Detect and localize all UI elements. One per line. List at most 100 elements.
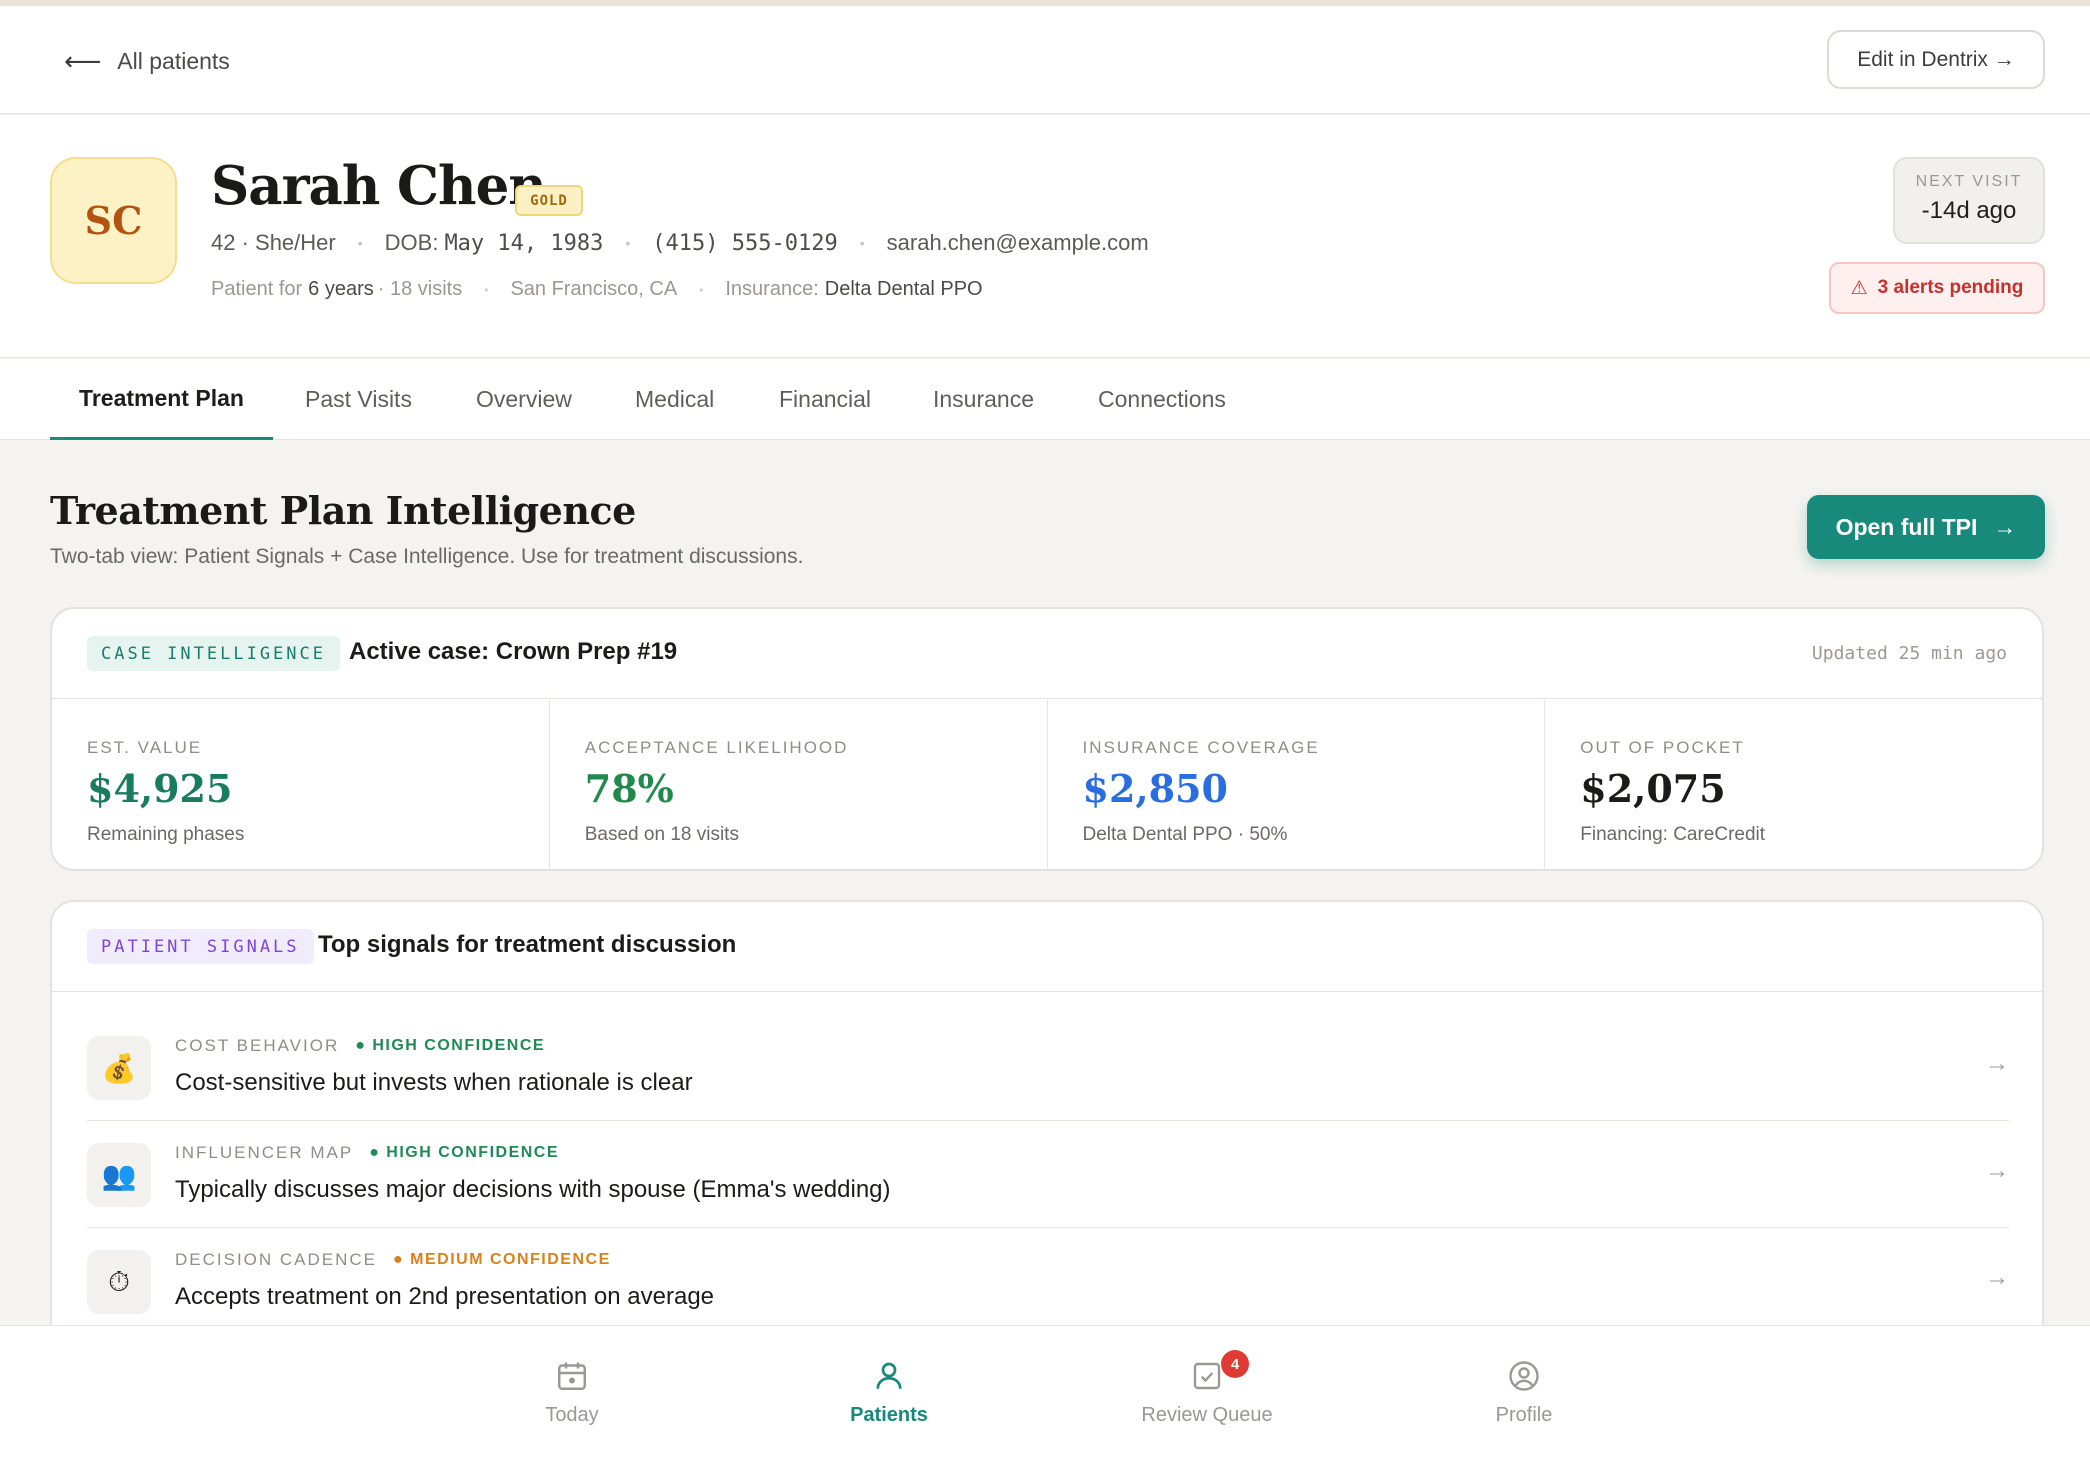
tab-past-visits[interactable]: Past Visits bbox=[305, 359, 412, 440]
separator-dot: • bbox=[859, 235, 865, 251]
signal-category: DECISION CADENCE ● MEDIUM CONFIDENCE bbox=[175, 1250, 611, 1270]
signal-category-label: COST BEHAVIOR bbox=[175, 1036, 340, 1055]
metric-sub: Financing: CareCredit bbox=[1580, 824, 1766, 845]
patient-details-row: Patient for 6 years · 18 visits • San Fr… bbox=[211, 278, 983, 301]
stopwatch-icon: ⏱ bbox=[87, 1250, 151, 1314]
metric-value: $2,850 bbox=[1082, 766, 1228, 811]
age-pronouns: 42 · She/Her bbox=[211, 230, 336, 255]
patient-contact-row: 42 · She/Her • DOB: May 14, 1983 • (415)… bbox=[211, 230, 1149, 256]
metric-value: $2,075 bbox=[1580, 766, 1726, 811]
metric-out-of-pocket: OUT OF POCKET $2,075 Financing: CareCred… bbox=[1545, 700, 2042, 869]
nav-label: Today bbox=[545, 1404, 599, 1426]
dob-label: DOB: bbox=[384, 230, 439, 255]
metric-label: OUT OF POCKET bbox=[1580, 738, 1745, 757]
confidence-badge: ● MEDIUM CONFIDENCE bbox=[393, 1251, 611, 1268]
separator-dot: • bbox=[625, 235, 631, 251]
signal-category: INFLUENCER MAP ● HIGH CONFIDENCE bbox=[175, 1143, 559, 1163]
tab-insurance[interactable]: Insurance bbox=[933, 359, 1034, 440]
arrow-right-icon: → bbox=[1985, 1264, 2009, 1291]
nav-profile[interactable]: Profile bbox=[1424, 1358, 1624, 1427]
tenure-prefix: Patient for bbox=[211, 278, 303, 300]
phone-number[interactable]: (415) 555-0129 bbox=[652, 231, 837, 256]
metric-value: $4,925 bbox=[87, 766, 233, 811]
separator-dot: • bbox=[484, 282, 489, 297]
dob-value: May 14, 1983 bbox=[444, 230, 604, 256]
back-to-patients-link[interactable]: ⟵ All patients bbox=[64, 46, 230, 77]
location: San Francisco, CA bbox=[510, 278, 678, 300]
signal-row-influencer-map[interactable]: 👥 INFLUENCER MAP ● HIGH CONFIDENCE Typic… bbox=[87, 1121, 2009, 1228]
patient-header: SC Sarah Chen GOLD 42 · She/Her • DOB: M… bbox=[0, 115, 2090, 358]
people-icon: 👥 bbox=[87, 1143, 151, 1207]
metric-acceptance-likelihood: ACCEPTANCE LIKELIHOOD 78% Based on 18 vi… bbox=[550, 700, 1048, 869]
metric-label: EST. VALUE bbox=[87, 738, 203, 757]
metric-value: 78% bbox=[584, 766, 674, 811]
tenure-value: 6 years bbox=[308, 278, 374, 300]
case-intelligence-pill: CASE INTELLIGENCE bbox=[87, 636, 340, 671]
avatar: SC bbox=[50, 157, 177, 284]
arrow-left-icon: ⟵ bbox=[64, 46, 102, 76]
metric-label: INSURANCE COVERAGE bbox=[1082, 738, 1320, 757]
nav-today[interactable]: Today bbox=[472, 1358, 672, 1427]
metric-sub: Remaining phases bbox=[87, 824, 245, 845]
separator-dot: • bbox=[357, 235, 363, 251]
signal-text: Cost-sensitive but invests when rational… bbox=[175, 1069, 693, 1096]
next-visit-value: -14d ago bbox=[1921, 197, 2017, 224]
patient-signals-pill: PATIENT SIGNALS bbox=[87, 929, 314, 964]
arrow-right-icon: → bbox=[1993, 513, 2017, 540]
open-tpi-label: Open full TPI bbox=[1835, 513, 1978, 540]
warning-icon: ⚠ bbox=[1850, 277, 1868, 299]
person-icon bbox=[876, 1362, 902, 1389]
open-full-tpi-button[interactable]: Open full TPI → bbox=[1807, 495, 2045, 559]
tab-treatment-plan[interactable]: Treatment Plan bbox=[50, 359, 273, 440]
tab-financial[interactable]: Financial bbox=[779, 359, 871, 440]
signals-title: Top signals for treatment discussion bbox=[318, 931, 737, 958]
email-address[interactable]: sarah.chen@example.com bbox=[887, 230, 1149, 256]
confidence-badge: ● HIGH CONFIDENCE bbox=[355, 1037, 546, 1054]
signals-card-header: PATIENT SIGNALS Top signals for treatmen… bbox=[52, 902, 2042, 992]
separator-dot: • bbox=[699, 282, 704, 297]
signal-text: Typically discusses major decisions with… bbox=[175, 1176, 891, 1203]
insurance-label: Insurance: bbox=[725, 278, 819, 300]
updated-timestamp: Updated 25 min ago bbox=[1811, 643, 2007, 664]
signal-category: COST BEHAVIOR ● HIGH CONFIDENCE bbox=[175, 1036, 545, 1056]
nav-label: Profile bbox=[1495, 1404, 1553, 1426]
back-label: All patients bbox=[117, 48, 230, 74]
alerts-pending-button[interactable]: ⚠ 3 alerts pending bbox=[1829, 262, 2045, 314]
signal-text: Accepts treatment on 2nd presentation on… bbox=[175, 1283, 715, 1310]
inbox-check-icon bbox=[1193, 1362, 1221, 1390]
review-count-badge: 4 bbox=[1221, 1350, 1249, 1378]
signal-row-cost-behavior[interactable]: 💰 COST BEHAVIOR ● HIGH CONFIDENCE Cost-s… bbox=[87, 1014, 2009, 1121]
next-visit-label: NEXT VISIT bbox=[1915, 173, 2023, 190]
signal-category-label: DECISION CADENCE bbox=[175, 1250, 378, 1269]
money-bag-icon: 💰 bbox=[87, 1036, 151, 1100]
nav-patients[interactable]: Patients bbox=[789, 1358, 989, 1427]
visit-count: · 18 visits bbox=[377, 278, 463, 300]
alerts-label: 3 alerts pending bbox=[1877, 277, 2024, 298]
case-metrics: EST. VALUE $4,925 Remaining phases ACCEP… bbox=[52, 700, 2042, 869]
metric-est-value: EST. VALUE $4,925 Remaining phases bbox=[52, 700, 550, 869]
case-card-header: CASE INTELLIGENCE Active case: Crown Pre… bbox=[52, 609, 2042, 699]
insurance-value: Delta Dental PPO bbox=[824, 278, 983, 300]
arrow-right-icon: → bbox=[1985, 1050, 2009, 1077]
signal-row-decision-cadence[interactable]: ⏱ DECISION CADENCE ● MEDIUM CONFIDENCE A… bbox=[87, 1228, 2009, 1335]
tab-medical[interactable]: Medical bbox=[635, 359, 714, 440]
edit-in-dentrix-button[interactable]: Edit in Dentrix → bbox=[1827, 30, 2045, 89]
tab-connections[interactable]: Connections bbox=[1098, 359, 1226, 440]
next-visit-card: NEXT VISIT -14d ago bbox=[1893, 157, 2045, 244]
metric-sub: Based on 18 visits bbox=[584, 824, 739, 845]
case-intelligence-card: CASE INTELLIGENCE Active case: Crown Pre… bbox=[50, 607, 2044, 871]
metric-insurance-coverage: INSURANCE COVERAGE $2,850 Delta Dental P… bbox=[1048, 700, 1546, 869]
nav-review-queue[interactable]: 4 Review Queue bbox=[1107, 1350, 1307, 1427]
active-case-title: Active case: Crown Prep #19 bbox=[349, 638, 678, 665]
nav-label: Patients bbox=[850, 1404, 928, 1426]
tab-bar: Treatment Plan Past Visits Overview Medi… bbox=[0, 359, 2090, 440]
user-circle-icon bbox=[1509, 1361, 1539, 1391]
metric-sub: Delta Dental PPO · 50% bbox=[1082, 824, 1288, 845]
metric-label: ACCEPTANCE LIKELIHOOD bbox=[584, 738, 849, 757]
section-subtitle: Two-tab view: Patient Signals + Case Int… bbox=[50, 545, 804, 568]
tab-overview[interactable]: Overview bbox=[476, 359, 572, 440]
confidence-badge: ● HIGH CONFIDENCE bbox=[369, 1144, 560, 1161]
bottom-navigation: Today Patients 4 Review Queue Profile bbox=[0, 1325, 2090, 1464]
top-bar: ⟵ All patients Edit in Dentrix → bbox=[0, 6, 2090, 114]
patient-name: Sarah Chen bbox=[211, 155, 547, 217]
